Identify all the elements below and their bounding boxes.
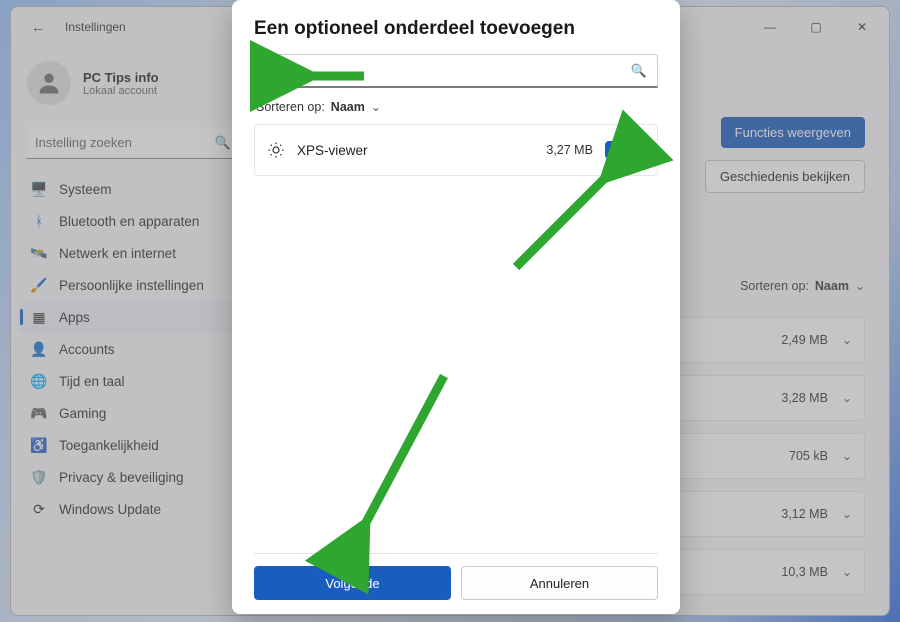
dialog-sort[interactable]: Sorteren op: Naam ⌄ [256,100,656,114]
dialog-sort-value: Naam [331,100,365,114]
feature-result-size: 3,27 MB [546,143,593,157]
search-icon: 🔍 [631,63,647,79]
dialog-title: Een optioneel onderdeel toevoegen [254,18,658,40]
cancel-button[interactable]: Annuleren [461,566,658,600]
dialog-search-value: XPS [265,63,293,79]
add-optional-feature-dialog: Een optioneel onderdeel toevoegen XPS 🔍 … [232,0,680,614]
chevron-down-icon: ⌄ [371,100,381,114]
gear-icon [267,141,285,159]
next-button[interactable]: Volgende [254,566,451,600]
feature-checkbox[interactable]: ✓ [605,141,623,159]
feature-result-row[interactable]: XPS-viewer 3,27 MB ✓ ⌄ [254,124,658,176]
chevron-down-icon[interactable]: ⌄ [635,143,645,157]
dialog-search-input[interactable]: XPS 🔍 [254,54,658,88]
dialog-sort-label: Sorteren op: [256,100,325,114]
feature-result-name: XPS-viewer [297,143,368,158]
